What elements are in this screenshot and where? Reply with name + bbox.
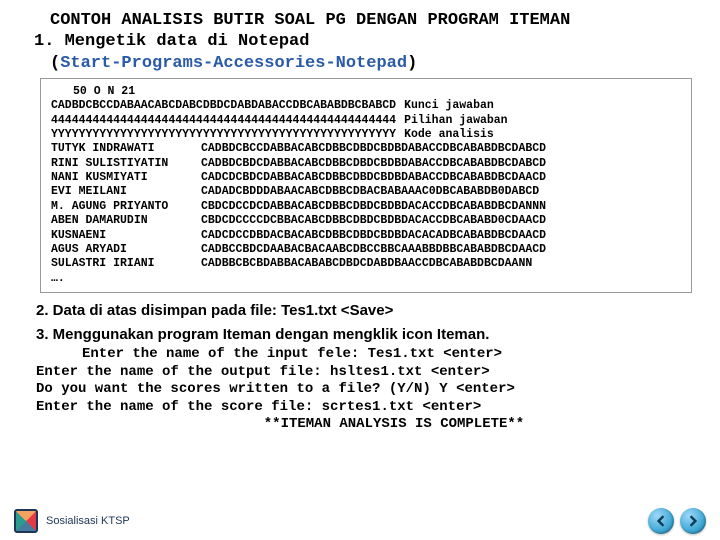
table-row: ABEN DAMARUDINCBDCDCCCCDCBBACABCDBBCDBDC… [51, 214, 681, 228]
step-3: 3. Menggunakan program Iteman dengan men… [36, 325, 692, 345]
key-label: Kunci jawaban [396, 99, 494, 113]
opt-line: 4444444444444444444444444444444444444444… [51, 114, 396, 128]
next-button[interactable] [680, 508, 706, 534]
table-row: RINI SULISTIYATINCADBDCBDCDABBACABCDBBCD… [51, 157, 681, 171]
ellipsis: …. [51, 272, 681, 286]
slide-title: CONTOH ANALISIS BUTIR SOAL PG DENGAN PRO… [18, 10, 702, 74]
title-line2: 1. Mengetik data di Notepad [18, 31, 702, 52]
code-header: 50 O N 21 [51, 85, 681, 99]
table-row: NANI KUSMIYATICADCDCBDCDABBACABCDBBCDBDC… [51, 171, 681, 185]
key-line: CADBDCBCCDABAACABCDABCDBDCDABDABACCDBCAB… [51, 99, 396, 113]
chevron-right-icon [687, 515, 699, 527]
title-line3: (Start-Programs-Accessories-Notepad) [18, 53, 702, 74]
table-row: SULASTRI IRIANICADBBCBCBDABBACABABCDBDCD… [51, 257, 681, 271]
title-line1: CONTOH ANALISIS BUTIR SOAL PG DENGAN PRO… [18, 10, 702, 31]
table-row: EVI MEILANICADADCBDDDABAACABCDBBCDBACBAB… [51, 185, 681, 199]
footer-text: Sosialisasi KTSP [46, 515, 130, 527]
run-line: Enter the name of the output file: hslte… [36, 364, 692, 382]
prev-button[interactable] [648, 508, 674, 534]
table-row: AGUS ARYADICADBCCBDCDAABACBACAABCDBCCBBC… [51, 243, 681, 257]
step-2: 2. Data di atas disimpan pada file: Tes1… [36, 301, 692, 321]
nav-controls [648, 508, 706, 534]
run-line: Do you want the scores written to a file… [36, 381, 692, 399]
run-complete: **ITEMAN ANALYSIS IS COMPLETE** [36, 416, 692, 434]
run-output: Enter the name of the input fele: Tes1.t… [36, 346, 692, 434]
table-row: TUTYK INDRAWATICADBDCBCCDABBACABCDBBCDBD… [51, 142, 681, 156]
notepad-content: 50 O N 21 CADBDCBCCDABAACABCDABCDBDCDABD… [40, 78, 692, 293]
table-row: M. AGUNG PRIYANTOCBDCDCCDCDABBACABCDBBCD… [51, 200, 681, 214]
ana-label: Kode analisis [396, 128, 494, 142]
opt-label: Pilihan jawaban [396, 114, 508, 128]
notepad-path: Start-Programs-Accessories-Notepad [60, 54, 407, 73]
run-line: Enter the name of the score file: scrtes… [36, 399, 692, 417]
footer: Sosialisasi KTSP [0, 502, 720, 540]
run-line: Enter the name of the input fele: Tes1.t… [36, 346, 692, 364]
logo-icon [14, 509, 38, 533]
chevron-left-icon [655, 515, 667, 527]
ana-line: YYYYYYYYYYYYYYYYYYYYYYYYYYYYYYYYYYYYYYYY… [51, 128, 396, 142]
table-row: KUSNAENICADCDCCDBDACBACABCDBBCDBDCBDBDAC… [51, 229, 681, 243]
